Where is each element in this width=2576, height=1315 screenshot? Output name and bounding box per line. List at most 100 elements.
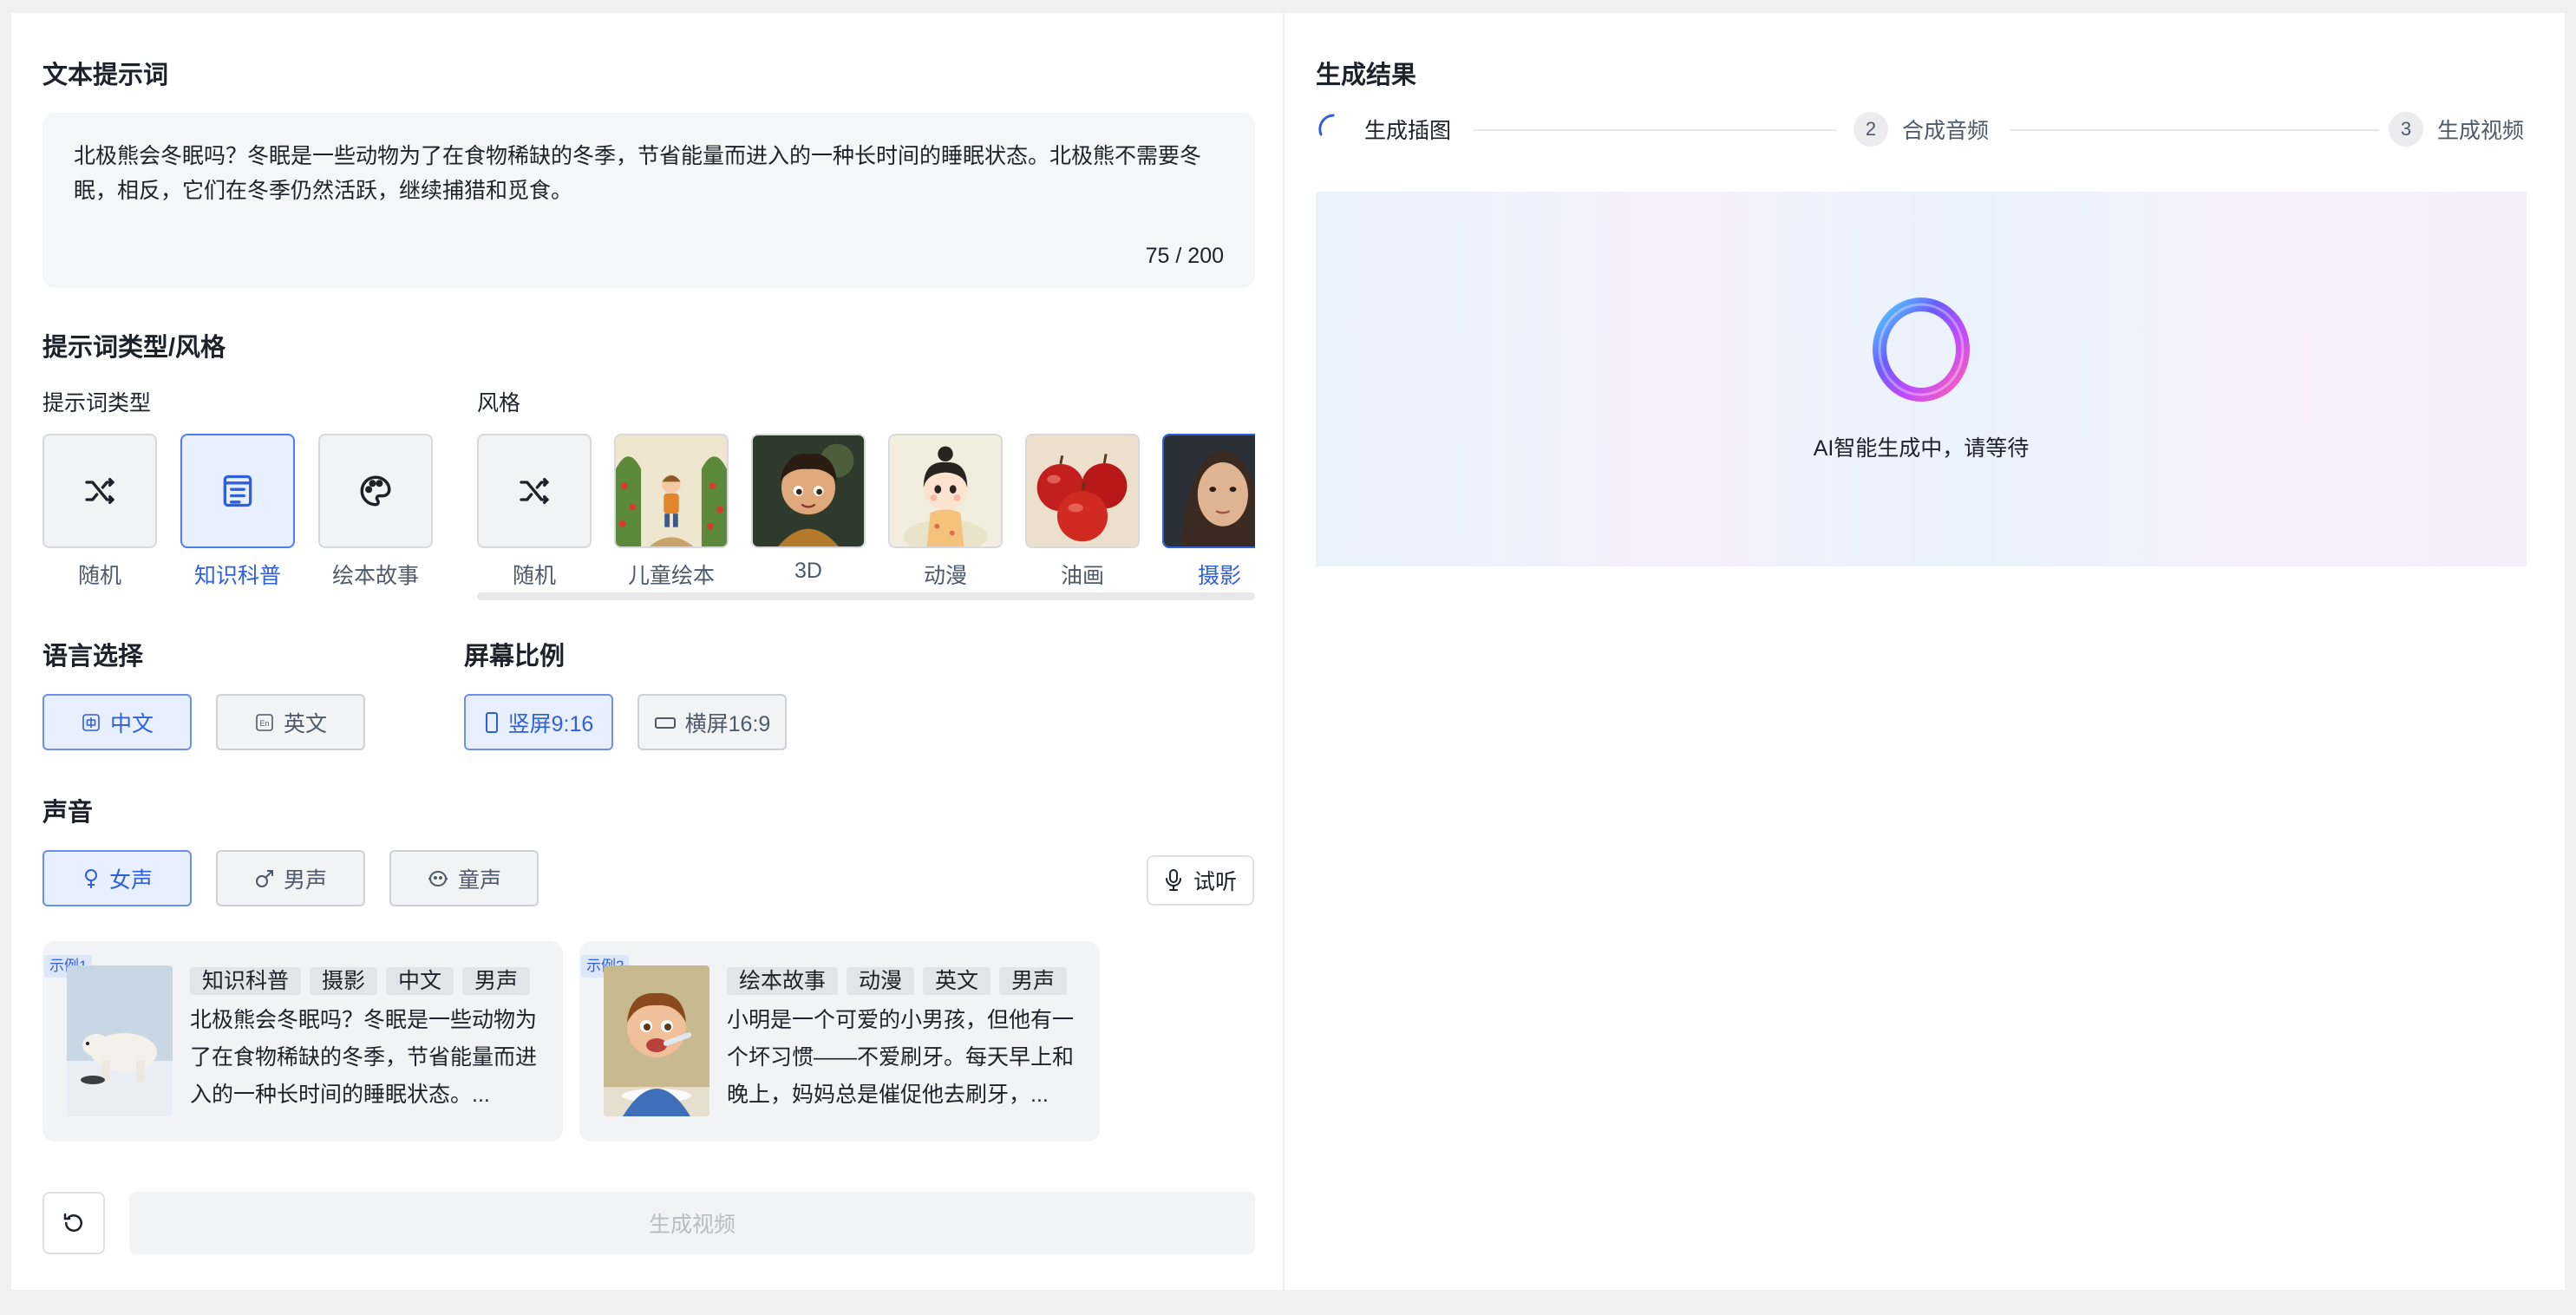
listen-label: 试听	[1193, 870, 1237, 894]
prompt-char-counter: 75 / 200	[1145, 244, 1224, 268]
style-anime-thumb[interactable]	[888, 434, 1003, 548]
type-style-title: 提示词类型/风格	[42, 334, 226, 362]
example-tags: 知识科普 摄影 中文 男声	[190, 967, 531, 995]
style-scrollbar[interactable]	[477, 592, 1255, 600]
reset-icon	[63, 1213, 82, 1232]
prompt-type-label: 随机	[77, 564, 121, 588]
listen-button[interactable]: 试听	[1147, 855, 1254, 906]
progress-steps: 生成插图 2 合成音频 3 生成视频	[1316, 112, 2527, 147]
example-tag: 知识科普	[190, 967, 302, 995]
reset-button[interactable]	[42, 1192, 105, 1254]
girl-photo-image	[1164, 435, 1255, 546]
landscape-icon	[654, 716, 676, 729]
voice-child-button[interactable]: 童声	[389, 850, 539, 906]
female-icon	[84, 868, 97, 888]
style-photography-thumb[interactable]	[1162, 434, 1255, 548]
voice-child-label: 童声	[457, 867, 501, 893]
style-carousel[interactable]: 随机 儿童绘本 3D 动漫 油画 摄影	[477, 434, 1255, 616]
svg-text:En: En	[259, 719, 269, 728]
result-preview-area: AI智能生成中，请等待	[1316, 192, 2527, 566]
generate-video-button[interactable]: 生成视频	[129, 1192, 1255, 1254]
example-card-2[interactable]: 示例2 绘本故事 动漫 英文 男声	[579, 941, 1100, 1142]
step-connector	[1474, 129, 1836, 131]
step-label: 生成视频	[2437, 119, 2525, 143]
prompt-type-science-box[interactable]	[180, 434, 295, 548]
style-3d[interactable]: 3D	[751, 434, 866, 584]
example-text: 小明是一个可爱的小男孩，但他有一个坏习惯——不爱刷牙。每天早上和晚上，妈妈总是催…	[727, 1008, 1075, 1107]
example-tag: 摄影	[310, 967, 378, 995]
voice-female-label: 女声	[108, 867, 153, 893]
prompt-type-storybook[interactable]: 绘本故事	[318, 434, 433, 590]
portrait-icon	[485, 711, 498, 733]
example-tag: 中文	[386, 967, 454, 995]
ai-loading-ring-icon	[1873, 298, 1970, 402]
config-panel: 文本提示词 北极熊会冬眠吗？冬眠是一些动物为了在食物稀缺的冬季，节省能量而进入的…	[11, 13, 1285, 1290]
polar-bear-image	[67, 965, 173, 1116]
shuffle-icon	[85, 478, 114, 504]
apples-image	[1027, 435, 1138, 546]
language-chinese-button[interactable]: 中文	[42, 694, 192, 750]
spinner-icon	[1318, 114, 1335, 136]
style-children-book-thumb[interactable]	[614, 434, 729, 548]
prompt-text[interactable]: 北极熊会冬眠吗？冬眠是一些动物为了在食物稀缺的冬季，节省能量而进入的一种长时间的…	[74, 139, 1227, 208]
ratio-portrait-button[interactable]: 竖屏9:16	[464, 694, 613, 750]
palette-icon	[360, 475, 391, 507]
style-oil-painting-thumb[interactable]	[1025, 434, 1140, 548]
result-title: 生成结果	[1316, 62, 1417, 89]
result-panel: 生成结果 生成插图 2 合成音频 3 生成视频 AI智能生成中，请等待	[1285, 13, 2565, 1290]
example-thumbnail	[604, 965, 709, 1116]
example-tag: 男声	[462, 967, 531, 995]
zh-icon	[82, 713, 100, 731]
step-video: 3 生成视频	[2389, 112, 2524, 147]
example-card-1[interactable]: 示例1 知识科普 摄影 中文 男声 北极熊会冬眠吗？冬眠	[42, 941, 563, 1142]
example-tag: 男声	[999, 967, 1068, 995]
prompt-type-random-box[interactable]	[42, 434, 157, 548]
shuffle-icon	[520, 478, 549, 504]
style-children-book[interactable]: 儿童绘本	[614, 434, 729, 590]
boy-brushing-image	[604, 965, 709, 1116]
prompt-section-title: 文本提示词	[42, 62, 169, 89]
example-tags: 绘本故事 动漫 英文 男声	[727, 967, 1068, 995]
style-label: 摄影	[1197, 564, 1241, 588]
loading-text: AI智能生成中，请等待	[1813, 436, 2030, 461]
example-tag: 英文	[923, 967, 991, 995]
style-label: 风格	[477, 391, 521, 415]
prompt-type-science[interactable]: 知识科普	[180, 434, 295, 590]
step-label: 合成音频	[1902, 119, 1990, 143]
prompt-type-label: 知识科普	[193, 564, 281, 588]
prompt-type-label: 提示词类型	[42, 391, 152, 415]
example-tag: 动漫	[847, 967, 915, 995]
style-label: 动漫	[923, 564, 967, 588]
ratio-landscape-button[interactable]: 横屏16:9	[637, 694, 787, 750]
ratio-landscape-label: 横屏16:9	[684, 711, 771, 736]
language-chinese-label: 中文	[109, 711, 154, 736]
example-tag: 绘本故事	[727, 967, 839, 995]
anime-girl-image	[890, 435, 1001, 546]
example-text: 北极熊会冬眠吗？冬眠是一些动物为了在食物稀缺的冬季，节省能量而进入的一种长时间的…	[190, 1008, 538, 1107]
style-random[interactable]: 随机	[477, 434, 592, 590]
prompt-type-random[interactable]: 随机	[42, 434, 157, 590]
style-photography[interactable]: 摄影	[1162, 434, 1255, 590]
page: 文本提示词 北极熊会冬眠吗？冬眠是一些动物为了在食物稀缺的冬季，节省能量而进入的…	[11, 13, 2565, 1290]
voice-title: 声音	[42, 799, 94, 827]
style-random-box[interactable]	[477, 434, 592, 548]
prompt-type-storybook-box[interactable]	[318, 434, 433, 548]
style-label: 油画	[1060, 564, 1104, 588]
step-number: 3	[2389, 112, 2423, 147]
prompt-textarea[interactable]: 北极熊会冬眠吗？冬眠是一些动物为了在食物稀缺的冬季，节省能量而进入的一种长时间的…	[42, 113, 1255, 288]
child-icon	[428, 870, 448, 886]
style-anime[interactable]: 动漫	[888, 434, 1003, 590]
3d-boy-image	[753, 435, 864, 546]
style-oil-painting[interactable]: 油画	[1025, 434, 1140, 590]
language-english-button[interactable]: En 英文	[216, 694, 365, 750]
style-3d-thumb[interactable]	[751, 434, 866, 548]
voice-male-button[interactable]: 男声	[216, 850, 365, 906]
voice-female-button[interactable]: 女声	[42, 850, 192, 906]
prompt-type-label: 绘本故事	[331, 564, 419, 588]
microphone-icon	[1165, 869, 1181, 891]
step-connector	[2010, 129, 2379, 131]
example-thumbnail	[67, 965, 173, 1116]
step-audio: 2 合成音频	[1854, 112, 1989, 147]
ratio-title: 屏幕比例	[464, 643, 566, 671]
language-english-label: 英文	[283, 711, 327, 736]
